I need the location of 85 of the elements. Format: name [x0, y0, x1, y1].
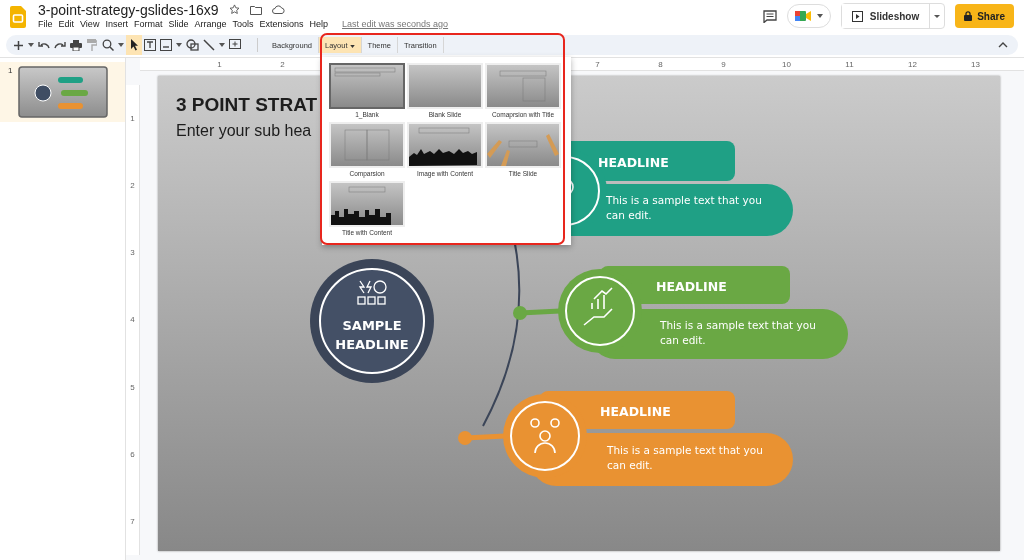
- slideshow-button[interactable]: Slideshow: [841, 4, 931, 28]
- menu-item[interactable]: Tools: [232, 19, 258, 29]
- ruler-number: 10: [781, 59, 792, 69]
- strategy-icon: [357, 280, 387, 305]
- hands-layout-thumbnail[interactable]: [485, 122, 561, 168]
- city-layout-thumbnail[interactable]: [329, 181, 405, 227]
- lock-icon: [964, 11, 973, 21]
- comment-icon[interactable]: [762, 9, 777, 23]
- caret-icon: [816, 14, 823, 18]
- paint-roller-icon: [87, 39, 97, 51]
- ruler-number: 4: [130, 315, 135, 325]
- slide-number: 1: [8, 66, 13, 75]
- menu-item[interactable]: Insert: [105, 19, 132, 29]
- cursor-arrow-icon: [129, 39, 139, 51]
- ruler-number: 12: [907, 59, 918, 69]
- last-edit-link[interactable]: Last edit was seconds ago: [342, 19, 449, 29]
- menu-item[interactable]: Extensions: [259, 19, 308, 29]
- ruler-number: 1: [216, 59, 223, 69]
- point-body-text: can edit.: [606, 209, 652, 221]
- ruler-number: 7: [594, 59, 601, 69]
- ruler-number: 6: [130, 449, 135, 459]
- magnifier-icon: [102, 39, 114, 51]
- point-body-text: can edit.: [660, 334, 706, 346]
- hand-with-chart-icon: [583, 287, 613, 326]
- slide-subtitle: Enter your sub hea: [176, 122, 312, 139]
- blank-layout-thumbnail[interactable]: [407, 63, 483, 109]
- share-button[interactable]: Share: [955, 4, 1014, 28]
- menu-item[interactable]: File: [38, 19, 57, 29]
- image-icon: [160, 39, 172, 51]
- menu-item[interactable]: Slide: [168, 19, 193, 29]
- point-body-text: This is a sample text that you: [660, 319, 816, 331]
- meet-button[interactable]: [786, 4, 831, 28]
- redo-icon: [54, 41, 66, 49]
- star-icon[interactable]: [228, 4, 240, 15]
- caret-icon: [176, 43, 182, 47]
- ruler-number: 7: [130, 516, 135, 526]
- ruler-number: 1: [130, 114, 135, 124]
- menu-item[interactable]: View: [80, 19, 104, 29]
- point-body-text: can edit.: [607, 459, 653, 471]
- undo-icon: [38, 41, 50, 49]
- shapes-icon: [186, 39, 199, 51]
- point-body-text: This is a sample text that you: [607, 444, 763, 456]
- two-boxes-layout-thumbnail[interactable]: [329, 122, 405, 168]
- ruler-number: 11: [844, 59, 855, 69]
- point-body-text: This is a sample text that you: [606, 194, 762, 206]
- ruler-number: 13: [970, 59, 981, 69]
- folder-icon[interactable]: [249, 4, 262, 15]
- point-headline: HEADLINE: [600, 404, 671, 419]
- title-box-layout-thumbnail[interactable]: [485, 63, 561, 109]
- menu-item[interactable]: Help: [309, 19, 333, 29]
- filmstrip-row[interactable]: 1: [0, 62, 125, 122]
- ruler-number: 5: [130, 382, 135, 392]
- line-icon: [203, 39, 215, 51]
- point-headline: HEADLINE: [656, 279, 727, 294]
- slide-thumbnail[interactable]: [18, 66, 109, 118]
- document-title[interactable]: 3-point-strategy-gslides-16x9: [38, 1, 219, 18]
- point-headline: HEADLINE: [598, 155, 669, 170]
- slide-title: 3 POINT STRAT: [176, 94, 318, 115]
- center-headline: SAMPLE: [342, 318, 402, 333]
- ruler-number: 3: [130, 248, 135, 258]
- menu-item[interactable]: Arrange: [194, 19, 231, 29]
- ruler-number: 9: [720, 59, 727, 69]
- ruler-number: 2: [279, 59, 286, 69]
- collapse-chevron-icon[interactable]: [998, 42, 1008, 48]
- text-box-icon: [144, 39, 156, 51]
- add-comment-icon: [229, 39, 241, 51]
- select-tool-button[interactable]: [126, 35, 142, 55]
- person-with-gears-icon: [530, 418, 560, 454]
- menu-item[interactable]: Format: [133, 19, 167, 29]
- caret-icon: [118, 43, 124, 47]
- caret-icon: [28, 43, 34, 47]
- menu-item[interactable]: Edit: [58, 19, 79, 29]
- caret-icon: [349, 44, 355, 48]
- plus-icon: [12, 39, 24, 51]
- connector-dot-line: [458, 431, 506, 445]
- ruler-number: 8: [657, 59, 664, 69]
- center-headline: HEADLINE: [335, 337, 409, 352]
- title-subtitle-layout-thumbnail[interactable]: [329, 63, 405, 109]
- present-icon: [851, 10, 863, 22]
- cloud-icon[interactable]: [271, 5, 285, 14]
- ruler-number: 2: [130, 181, 135, 191]
- caret-icon: [219, 43, 225, 47]
- connector-dot-line: [513, 306, 561, 320]
- printer-icon: [70, 39, 82, 51]
- crowd-layout-thumbnail[interactable]: [407, 122, 483, 168]
